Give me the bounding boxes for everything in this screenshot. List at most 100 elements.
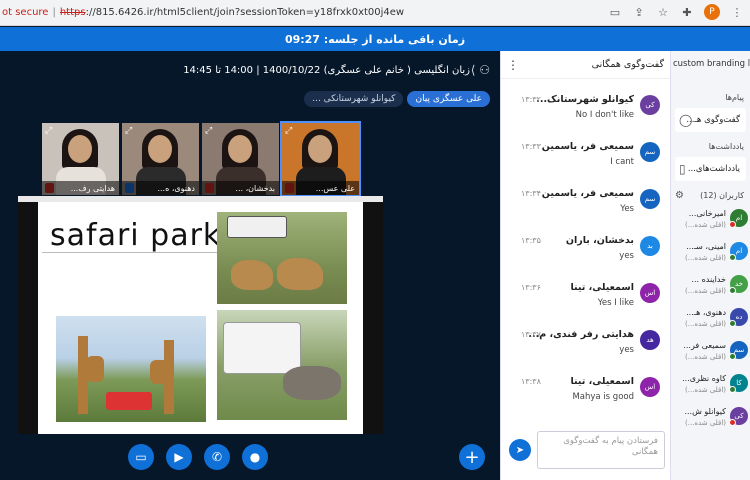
chat-message-input[interactable]: فرستادن پیام به گفت‌وگوی همگانی	[537, 431, 665, 469]
rhino-van-photo	[217, 310, 347, 420]
message-time: ۱۳:۳۳	[521, 142, 541, 151]
meeting-header: زبان انگلیسی ( خانم علی عسگری) 1400/10/2…	[0, 59, 500, 85]
message-text: yes	[619, 345, 634, 355]
video-icon: ▶	[174, 450, 184, 464]
messages-heading: پیام‌ها	[725, 93, 744, 102]
user-avatar: اس	[640, 283, 660, 303]
settings-gear-icon[interactable]: ⚙	[675, 190, 684, 201]
screen-share-button[interactable]: ▭	[128, 444, 154, 470]
browser-menu-icon[interactable]: ⋮	[730, 5, 744, 19]
user-list-item[interactable]: ام امیرخانی... (اقلی شده...)	[671, 206, 750, 239]
users-heading: کاربران (12) ⚙	[671, 190, 750, 201]
talking-pill[interactable]: علی عسگری پیان	[407, 91, 490, 107]
user-status-icon	[729, 419, 736, 426]
user-status-text: (اقلی شده...)	[684, 221, 726, 229]
user-list-item[interactable]: ام امینی، سـ... (اقلی شده...)	[671, 239, 750, 272]
expand-icon[interactable]: ⤢	[45, 126, 52, 136]
url-path: ://815.6426.ir/html5client/join?sessionT…	[85, 7, 405, 18]
expand-icon[interactable]: ⤢	[285, 126, 292, 136]
user-status-text: (اقلی شده...)	[684, 254, 726, 262]
send-message-button[interactable]: ➤	[509, 439, 531, 461]
chat-message: سم سمیعی فر، یاسمین ۱۳:۳۴ Yes	[501, 185, 670, 232]
url-scheme: https	[59, 7, 86, 18]
talking-indicators: علی عسگری پیان کیوانلو شهرستانکی ...	[304, 91, 490, 107]
user-list-item[interactable]: کا کاوه نظری... (اقلی شده...)	[671, 371, 750, 404]
shared-notes-item[interactable]: یادداشت‌های... ▯	[675, 157, 746, 181]
user-status-icon	[729, 386, 736, 393]
talking-pill[interactable]: کیوانلو شهرستانکی ...	[304, 91, 404, 107]
user-avatar: سم	[640, 142, 660, 162]
presentation-area: زبان انگلیسی ( خانم علی عسگری) 1400/10/2…	[0, 51, 500, 480]
slide-title: safari park	[50, 218, 222, 253]
user-name: کیوانلو ش...	[684, 407, 726, 416]
share-icon[interactable]: ⇪	[632, 5, 646, 19]
chat-message: بد بدخشان، باران ۱۳:۳۵ yes	[501, 232, 670, 279]
user-status-icon	[729, 221, 736, 228]
sender-name: هدایتی رفر فندی، م...	[528, 329, 634, 340]
notes-icon: ▯	[679, 162, 686, 176]
chat-title: گفت‌وگوی همگانی	[591, 59, 664, 70]
user-avatar: بد	[640, 236, 660, 256]
webcam-tile[interactable]: ⤢ بدخشان، ...	[202, 123, 279, 195]
send-icon: ➤	[515, 444, 525, 456]
user-status-text: (اقلی شده...)	[684, 287, 726, 295]
message-time: ۱۳:۳۵	[521, 236, 541, 245]
user-status-text: (اقلی شده...)	[684, 386, 726, 394]
session-time-banner: زمان باقی مانده از جلسه: 09:27	[0, 27, 750, 51]
extensions-icon[interactable]: ✚	[680, 5, 694, 19]
public-chat-item[interactable]: گفت‌وگوی هـ... ◯	[675, 108, 746, 132]
branding-logo: custom branding logo	[673, 59, 750, 69]
user-avatar: سم	[640, 189, 660, 209]
chat-options-icon[interactable]: ⋮	[507, 58, 519, 72]
user-status-icon	[729, 320, 736, 327]
camera-blocked-icon[interactable]: ▭	[608, 5, 622, 19]
users-toggle-icon[interactable]: ⟨ ⚇	[471, 63, 490, 77]
giraffes-photo	[56, 316, 206, 422]
webcam-tile[interactable]: ⤢ هدایتی رف...	[42, 123, 119, 195]
chat-message: اس اسمعیلی، تینا ۱۳:۳۶ Yes I like	[501, 279, 670, 326]
message-text: Mahya is good	[572, 392, 634, 402]
media-controls: ▭ ▶ ✆ ●	[128, 444, 268, 470]
browser-toolbar: ot secure | https://815.6426.ir/html5cli…	[0, 0, 750, 26]
address-bar[interactable]: https://815.6426.ir/html5client/join?ses…	[60, 7, 404, 18]
chat-header: گفت‌وگوی همگانی ⋮	[501, 51, 670, 79]
shared-notes-label: یادداشت‌های...	[687, 164, 740, 174]
actions-plus-button[interactable]: +	[459, 444, 485, 470]
message-time: ۱۳:۳۴	[521, 189, 541, 198]
separator: |	[52, 7, 56, 18]
expand-icon[interactable]: ⤢	[205, 126, 212, 136]
security-warning[interactable]: ot secure	[0, 7, 48, 18]
user-list-item[interactable]: کی کیوانلو ش... (اقلی شده...)	[671, 404, 750, 437]
user-status-text: (اقلی شده...)	[684, 353, 726, 361]
user-status-text: (اقلی شده...)	[684, 419, 726, 427]
chat-messages: کی کیوانلو شهرستانک... ۱۳:۳۲ No I don't …	[501, 91, 670, 420]
expand-icon[interactable]: ⤢	[125, 126, 132, 136]
user-name: امینی، سـ...	[686, 242, 726, 251]
user-list-item[interactable]: خد خداینده ... (اقلی شده...)	[671, 272, 750, 305]
sender-name: اسمعیلی، تینا	[570, 282, 634, 293]
chat-message: کی کیوانلو شهرستانک... ۱۳:۳۲ No I don't …	[501, 91, 670, 138]
message-text: No I don't like	[575, 110, 634, 120]
webcam-tile[interactable]: ⤢ دهنوی، ه...	[122, 123, 199, 195]
presentation-slide[interactable]: safari park	[18, 196, 383, 434]
user-list-item[interactable]: سم سمیعی فر... (اقلی شده...)	[671, 338, 750, 371]
browser-actions: ▭ ⇪ ☆ ✚ P ⋮	[608, 4, 744, 20]
message-text: yes	[619, 251, 634, 261]
class-title: زبان انگلیسی ( خانم علی عسگری) 1400/10/2…	[183, 65, 470, 76]
user-avatar: هد	[640, 330, 660, 350]
video-button[interactable]: ▶	[166, 444, 192, 470]
webcam-tile[interactable]: ⤢ علی عس...	[280, 121, 361, 197]
user-list-item[interactable]: ده دهنوی، هـ... (اقلی شده...)	[671, 305, 750, 338]
webcam-label: دهنوی، ه...	[122, 181, 199, 195]
webcam-label: هدایتی رف...	[42, 181, 119, 195]
message-time: ۱۳:۳۷	[521, 330, 541, 339]
sender-name: اسمعیلی، تینا	[570, 376, 634, 387]
users-heading-label: کاربران (12)	[700, 191, 744, 200]
chat-bubble-icon: ◯	[679, 113, 693, 127]
profile-avatar[interactable]: P	[704, 4, 720, 20]
user-avatar: کی	[640, 95, 660, 115]
chat-panel: گفت‌وگوی همگانی ⋮ کی کیوانلو شهرستانک...…	[500, 51, 670, 480]
microphone-button[interactable]: ●	[242, 444, 268, 470]
bookmark-star-icon[interactable]: ☆	[656, 5, 670, 19]
audio-join-button[interactable]: ✆	[204, 444, 230, 470]
